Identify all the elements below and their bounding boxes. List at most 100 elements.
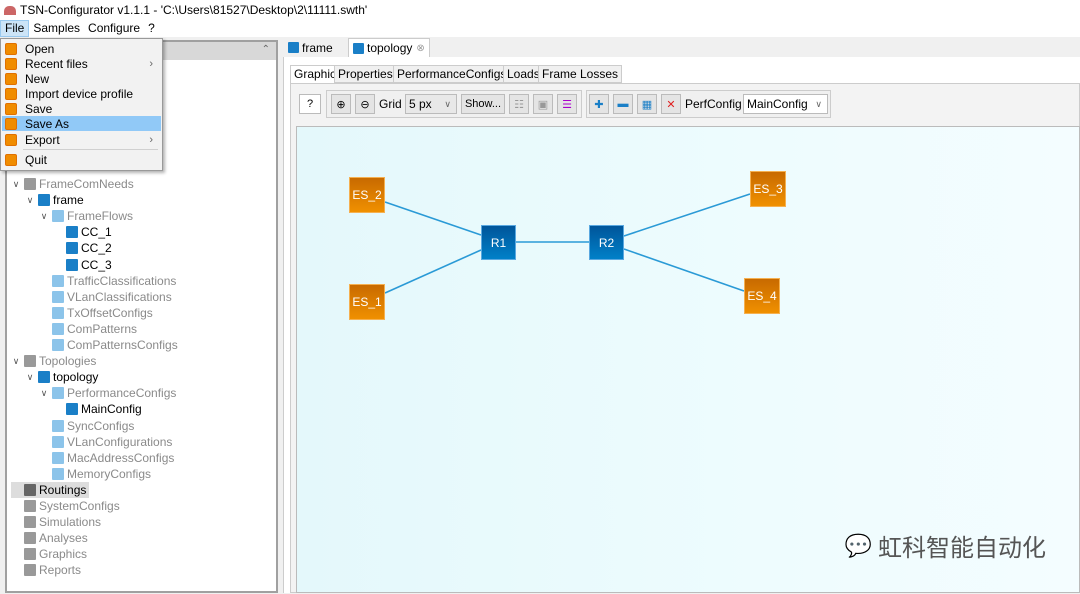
- tree-item[interactable]: Reports: [11, 562, 81, 578]
- performance-icon: [66, 403, 78, 416]
- tree-item[interactable]: VLanClassifications: [39, 289, 172, 305]
- title-bar: TSN-Configurator v1.1.1 - 'C:\Users\8152…: [0, 0, 1080, 20]
- tree-item[interactable]: ∨ FrameComNeeds: [11, 176, 134, 192]
- menu-item-save-as[interactable]: Save As: [2, 116, 161, 131]
- node-r2[interactable]: R2: [589, 225, 624, 260]
- menu-configure[interactable]: Configure: [84, 20, 144, 37]
- tree-item[interactable]: VLanConfigurations: [39, 434, 172, 450]
- node-es-2[interactable]: ES_2: [349, 177, 385, 213]
- links-layer: [384, 193, 751, 294]
- tab-frame[interactable]: frame: [284, 38, 337, 57]
- frame-com-needs-icon: [24, 178, 36, 190]
- tree-item-label: PerformanceConfigs: [67, 386, 177, 401]
- grid-select[interactable]: 5 px ∨: [405, 94, 457, 114]
- menu-item-save[interactable]: Save: [2, 101, 161, 116]
- tree-item[interactable]: ∨ PerformanceConfigs: [39, 385, 177, 401]
- link-es1-r1[interactable]: [384, 249, 482, 294]
- help-button[interactable]: ?: [299, 94, 321, 114]
- node-r1[interactable]: R1: [481, 225, 516, 260]
- expand-chevron-icon[interactable]: ∨: [39, 388, 49, 399]
- node-es-4[interactable]: ES_4: [744, 278, 780, 314]
- memory-icon: [52, 467, 64, 480]
- tree-item[interactable]: ∨ topology: [25, 369, 99, 385]
- menu-item-open[interactable]: Open: [2, 41, 161, 56]
- tree-item-label: Graphics: [39, 547, 88, 562]
- frame-button[interactable]: ▣: [533, 94, 553, 114]
- analysis-icon: [24, 532, 36, 545]
- menu-item-export[interactable]: Export ›: [2, 132, 161, 147]
- topology-canvas[interactable]: ES_2 ES_1 R1 R2 ES_3 ES_4: [296, 126, 1080, 593]
- tree-item[interactable]: ∨ frame: [25, 192, 84, 208]
- tree-item-label: FrameComNeeds: [39, 177, 134, 191]
- chevron-down-icon: ∨: [444, 98, 451, 109]
- tree-item[interactable]: MacAddressConfigs: [39, 450, 174, 466]
- tree-item[interactable]: CC_3: [53, 257, 112, 273]
- expand-chevron-icon[interactable]: ∨: [25, 195, 35, 206]
- save-as-icon: [5, 117, 17, 130]
- vlan-icon: [52, 290, 64, 303]
- node-es-1[interactable]: ES_1: [349, 284, 385, 320]
- menu-item-new[interactable]: New: [2, 71, 161, 86]
- tree-item-label: SystemConfigs: [39, 499, 120, 513]
- colors-button[interactable]: ☰: [557, 94, 577, 114]
- move-button[interactable]: ✚: [589, 94, 609, 114]
- watermark: 💬 虹科智能自动化: [845, 528, 1046, 563]
- menu-help[interactable]: ?: [144, 20, 159, 37]
- tab-frame-losses[interactable]: Frame Losses: [538, 65, 623, 83]
- tree-item[interactable]: TxOffsetConfigs: [39, 305, 153, 321]
- perfconfig-select[interactable]: MainConfig ∨: [743, 94, 828, 114]
- link-es2-r1[interactable]: [384, 201, 482, 236]
- menu-samples[interactable]: Samples: [29, 20, 84, 37]
- tree-item[interactable]: ∨ Topologies: [11, 353, 97, 369]
- link-r2-es3[interactable]: [623, 193, 751, 237]
- tree-item[interactable]: Analyses: [11, 530, 88, 546]
- delete-button[interactable]: ✕: [661, 94, 681, 114]
- tree-item[interactable]: ComPatternsConfigs: [39, 337, 178, 353]
- tree-item-label: TrafficClassifications: [67, 273, 177, 288]
- link-r2-es4[interactable]: [623, 248, 745, 292]
- menu-file[interactable]: File: [0, 20, 30, 37]
- zoom-in-button[interactable]: ⊕: [331, 94, 351, 114]
- expand-chevron-icon[interactable]: ∨: [39, 211, 49, 222]
- tree-item[interactable]: TrafficClassifications: [39, 273, 176, 289]
- tree-item[interactable]: Graphics: [11, 546, 87, 562]
- layout-button[interactable]: ☷: [509, 94, 529, 114]
- tab-graphic[interactable]: Graphic: [290, 65, 341, 83]
- expand-chevron-icon[interactable]: ∨: [25, 372, 35, 383]
- tree-item[interactable]: Routings: [11, 481, 90, 498]
- frame-icon: [288, 42, 299, 53]
- expand-chevron-icon[interactable]: ∨: [11, 179, 21, 190]
- tab-properties[interactable]: Properties: [334, 65, 397, 83]
- add-switch-button[interactable]: ▦: [637, 94, 657, 114]
- system-icon: [24, 500, 36, 512]
- zoom-in-icon: ⊕: [336, 98, 346, 111]
- flow-icon: [66, 226, 78, 239]
- tree-item-label: MacAddressConfigs: [67, 450, 175, 465]
- menu-item-import-device-profile[interactable]: Import device profile: [2, 86, 161, 101]
- color-lines-icon: ☰: [562, 98, 572, 111]
- tree-item[interactable]: MemoryConfigs: [39, 466, 151, 482]
- expand-chevron-icon[interactable]: ∨: [11, 356, 21, 367]
- menu-item-recent-files[interactable]: Recent files ›: [2, 56, 161, 71]
- zoom-out-button[interactable]: ⊖: [355, 94, 375, 114]
- tree-item[interactable]: ∨ FrameFlows: [39, 208, 133, 224]
- tab-performance-configs[interactable]: PerformanceConfigs: [393, 65, 511, 83]
- tab-topology[interactable]: topology ⊗: [348, 38, 430, 57]
- tree-item[interactable]: SystemConfigs: [11, 498, 120, 514]
- tree-item[interactable]: Simulations: [11, 514, 101, 530]
- tree-item[interactable]: SyncConfigs: [39, 418, 134, 434]
- pattern-icon: [52, 322, 64, 335]
- tree-item-label: topology: [53, 370, 99, 385]
- pattern-config-icon: [52, 339, 64, 351]
- routing-icon: [24, 483, 36, 496]
- node-es-3[interactable]: ES_3: [750, 171, 786, 207]
- maximize-icon[interactable]: ⌃: [262, 44, 270, 55]
- tree-item[interactable]: CC_1: [53, 224, 112, 240]
- show-button[interactable]: Show...: [461, 94, 505, 114]
- add-link-button[interactable]: ▬: [613, 94, 633, 114]
- menu-item-quit[interactable]: Quit: [2, 152, 161, 167]
- tree-item[interactable]: MainConfig: [53, 401, 142, 417]
- tree-item[interactable]: ComPatterns: [39, 321, 137, 337]
- close-icon[interactable]: ⊗: [416, 43, 424, 54]
- tree-item[interactable]: CC_2: [53, 240, 112, 256]
